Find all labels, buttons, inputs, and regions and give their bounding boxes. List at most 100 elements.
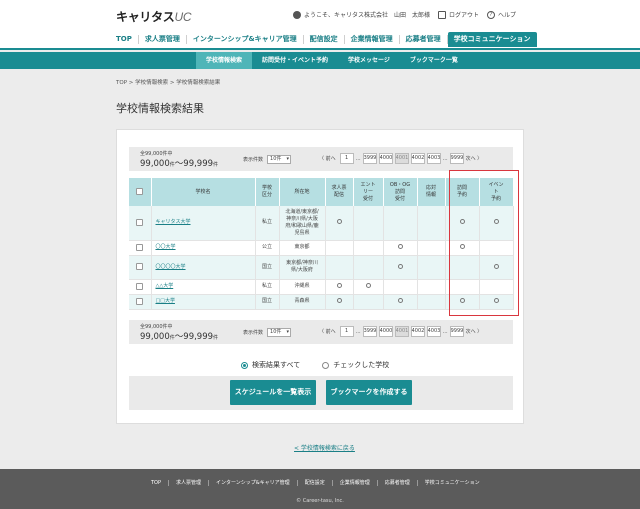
help-icon[interactable]: ? — [486, 10, 495, 19]
footer-link[interactable]: 学校コミュニケーション — [418, 480, 487, 486]
range-count: 99,000件～99,999件 — [140, 332, 219, 342]
page-button[interactable]: 3999 — [362, 153, 377, 164]
mark-cell — [325, 279, 354, 295]
nav-company-info[interactable]: 企業情報管理 — [345, 35, 400, 44]
footer-link[interactable]: 応募者管理 — [378, 480, 418, 486]
mark-cell — [417, 294, 446, 310]
page-button[interactable]: 4002 — [410, 153, 425, 164]
page-button[interactable]: 4000 — [378, 153, 393, 164]
page-button[interactable]: 1 — [339, 153, 354, 164]
radio-indicator[interactable] — [322, 361, 330, 369]
prev-page-link[interactable]: 〈 前へ — [319, 328, 336, 335]
school-name-link[interactable]: キャリタス大学 — [156, 219, 191, 225]
page-button[interactable]: 1 — [339, 326, 354, 337]
radio-all-results[interactable]: 検索結果すべて — [241, 360, 300, 370]
row-checkbox[interactable] — [136, 282, 144, 290]
available-circle-icon — [336, 283, 342, 288]
subnav-school-search[interactable]: 学校情報検索 — [196, 52, 253, 69]
mark-cell — [417, 255, 446, 280]
copyright: © Career-tasu, Inc. — [296, 498, 344, 504]
display-count-select[interactable]: 10件 — [267, 155, 292, 164]
nav-applicants[interactable]: 応募者管理 — [400, 35, 448, 44]
page-button[interactable]: 3999 — [362, 326, 377, 337]
display-count: 表示件数 10件 — [243, 328, 292, 337]
nav-job-posting[interactable]: 求人票管理 — [139, 35, 187, 44]
location-cell: 沖縄県 — [279, 279, 326, 295]
footer-link[interactable]: インターンシップ&キャリア管理 — [209, 480, 298, 486]
page-button[interactable]: 4002 — [410, 326, 425, 337]
header-user-area: ようこそ、キャリタス株式会社 山田 太郎様 ログアウト ? ヘルプ — [292, 10, 524, 19]
page-button[interactable]: 9999 — [449, 153, 464, 164]
nav-delivery[interactable]: 配信設定 — [304, 35, 345, 44]
mark-cell — [353, 279, 384, 295]
logout-link[interactable]: ログアウト — [449, 10, 479, 19]
school-name-link[interactable]: 〇〇大学 — [156, 244, 176, 250]
school-type-cell: 私立 — [255, 206, 280, 241]
location-cell: 東京都 — [279, 240, 326, 256]
show-schedule-button[interactable]: スケジュールを一覧表示 — [230, 380, 316, 405]
col-entry: エント リー 受付 — [353, 178, 384, 206]
page-button[interactable]: 4003 — [426, 326, 441, 337]
pager-bar-bottom: 全99,000件中 99,000件～99,999件 表示件数 10件 〈 前へ … — [129, 320, 513, 344]
available-circle-icon — [336, 298, 342, 303]
mark-cell — [325, 255, 354, 280]
location-cell: 青森県 — [279, 294, 326, 310]
mark-cell — [417, 206, 446, 241]
footer-link[interactable]: TOP — [144, 480, 170, 486]
next-page-link[interactable]: 次へ 〉 — [466, 328, 483, 335]
row-select-cell — [129, 206, 152, 241]
available-circle-icon — [365, 283, 371, 288]
mark-cell — [353, 255, 384, 280]
school-name-link[interactable]: □□大学 — [156, 298, 175, 304]
help-link[interactable]: ヘルプ — [498, 10, 516, 19]
school-name-link[interactable]: 〇〇〇〇大学 — [156, 264, 186, 270]
logo[interactable]: キャリタスUC — [116, 8, 192, 25]
display-count: 表示件数 10件 — [243, 155, 292, 164]
subnav-visit-event[interactable]: 訪問受付・イベント予約 — [252, 52, 338, 69]
select-all-cell — [129, 178, 152, 206]
prev-page-link[interactable]: 〈 前へ — [319, 155, 336, 162]
row-checkbox[interactable] — [136, 218, 144, 226]
create-bookmark-button[interactable]: ブックマークを作成する — [326, 380, 412, 405]
radio-selected-indicator[interactable] — [241, 361, 248, 369]
page-button[interactable]: 9999 — [449, 326, 464, 337]
school-name-cell: □□大学 — [151, 294, 256, 310]
row-checkbox[interactable] — [136, 263, 144, 270]
page-title: 学校情報検索結果 — [116, 102, 204, 115]
page-button[interactable]: 4003 — [426, 153, 441, 164]
next-page-link[interactable]: 次へ 〉 — [466, 155, 483, 162]
radio-checked-schools[interactable]: チェックした学校 — [322, 360, 389, 370]
school-name-cell: キャリタス大学 — [151, 206, 256, 241]
range-count: 99,000件～99,999件 — [140, 159, 219, 169]
back-to-search-link[interactable]: < 学校情報検索に戻る — [294, 443, 355, 452]
pagination: 〈 前へ 1 … 3999 4000 4001 4002 4003 … 9999… — [319, 153, 483, 164]
footer-link[interactable]: 配信設定 — [298, 480, 333, 486]
school-name-cell: △△大学 — [151, 279, 256, 295]
school-name-cell: 〇〇大学 — [151, 240, 256, 256]
page-button[interactable]: 4000 — [378, 326, 393, 337]
highlight-box — [449, 170, 519, 316]
col-location: 所在地 — [279, 178, 326, 206]
location-cell: 北海道/東京都/ 神奈川県/大阪 府/和歌山県/鹿 児島県 — [279, 206, 326, 241]
subnav-bookmarks[interactable]: ブックマーク一覧 — [400, 52, 468, 69]
footer-link[interactable]: 企業情報管理 — [333, 480, 378, 486]
breadcrumb[interactable]: TOP > 学校情報検索 > 学校情報検索結果 — [116, 78, 220, 86]
logout-icon[interactable] — [437, 10, 446, 19]
row-checkbox[interactable] — [136, 243, 144, 251]
total-count: 全99,000件中 — [140, 151, 173, 157]
col-response-info: 応対 情報 — [417, 178, 446, 206]
row-select-cell — [129, 240, 152, 256]
display-count-select[interactable]: 10件 — [267, 328, 292, 337]
school-name-cell: 〇〇〇〇大学 — [151, 255, 256, 280]
row-checkbox[interactable] — [136, 297, 144, 305]
footer-link[interactable]: 求人票管理 — [169, 480, 210, 486]
user-icon — [292, 10, 301, 19]
nav-internship[interactable]: インターンシップ&キャリア管理 — [187, 35, 304, 44]
select-all-checkbox[interactable] — [136, 188, 144, 195]
current-page: 4001 — [394, 326, 409, 337]
school-name-link[interactable]: △△大学 — [156, 283, 174, 289]
total-count: 全99,000件中 — [140, 324, 173, 330]
nav-school-communication[interactable]: 学校コミュニケーション — [447, 32, 537, 47]
nav-top[interactable]: TOP — [110, 35, 139, 44]
subnav-school-message[interactable]: 学校メッセージ — [338, 52, 400, 69]
